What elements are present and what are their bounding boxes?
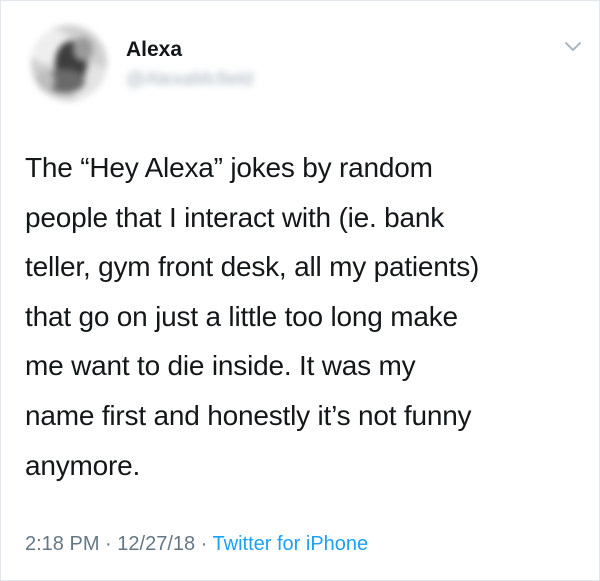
author-display-name[interactable]: Alexa	[126, 38, 182, 62]
tweet-date[interactable]: 12/27/18	[117, 533, 195, 555]
meta-separator: ·	[99, 533, 118, 555]
tweet-text: The “Hey Alexa” jokes by random people t…	[25, 152, 480, 481]
tweet-source-link[interactable]: Twitter for iPhone	[213, 533, 369, 555]
tweet-time[interactable]: 2:18 PM	[25, 533, 99, 555]
chevron-down-icon[interactable]	[562, 36, 584, 58]
avatar[interactable]	[31, 25, 107, 101]
author-handle[interactable]: @AlexaMcfield	[126, 69, 253, 91]
tweet-card: Alexa @AlexaMcfield The “Hey Alexa” joke…	[0, 0, 600, 581]
meta-separator: ·	[195, 533, 213, 555]
tweet-meta: 2:18 PM · 12/27/18 · Twitter for iPhone	[25, 531, 368, 557]
